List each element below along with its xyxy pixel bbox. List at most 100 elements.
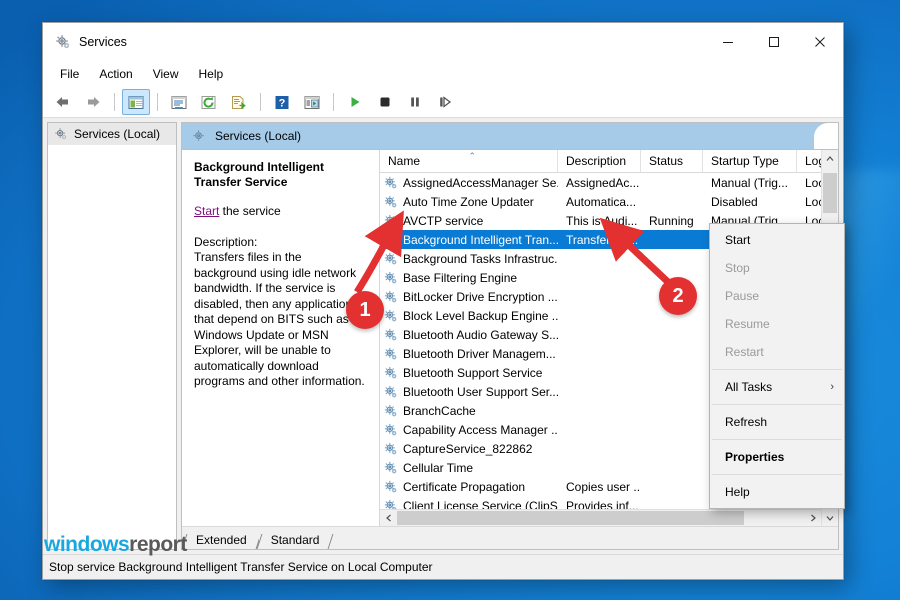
service-name-text: Background Intelligent Tran... [403, 233, 558, 247]
maximize-button[interactable] [751, 23, 797, 61]
cell-name: Bluetooth Support Service [380, 366, 558, 380]
tab-standard[interactable]: Standard [259, 532, 332, 549]
service-name-text: Block Level Backup Engine ... [403, 309, 558, 323]
results-pane-title: Services (Local) [215, 129, 301, 143]
context-menu-item-properties[interactable]: Properties [710, 443, 844, 471]
service-name-text: Bluetooth Audio Gateway S... [403, 328, 558, 342]
service-details-title: Background Intelligent Transfer Service [194, 160, 367, 190]
pause-service-icon [408, 95, 422, 109]
maximize-icon [768, 36, 780, 48]
description-label: Description: [194, 235, 367, 250]
minimize-icon [722, 36, 734, 48]
context-menu-item-start[interactable]: Start [710, 226, 844, 254]
results-pane-header: Services (Local) [182, 123, 838, 150]
toolbar-properties-button[interactable] [165, 89, 193, 115]
table-row[interactable]: AssignedAccessManager Se...AssignedAc...… [380, 173, 821, 192]
scroll-down-button[interactable] [822, 509, 838, 526]
menu-view[interactable]: View [144, 63, 188, 85]
column-header-status[interactable]: Status [641, 150, 703, 172]
properties-icon [171, 95, 187, 110]
toolbar-start-service-button[interactable] [341, 89, 369, 115]
minimize-button[interactable] [705, 23, 751, 61]
toolbar-separator [114, 93, 115, 111]
context-menu-separator [712, 404, 842, 405]
service-gear-icon [384, 290, 398, 304]
service-gear-icon [384, 404, 398, 418]
column-header-description[interactable]: Description [558, 150, 641, 172]
service-name-text: BitLocker Drive Encryption ... [403, 290, 558, 304]
context-menu-item-refresh[interactable]: Refresh [710, 408, 844, 436]
cell-name: Bluetooth Driver Managem... [380, 347, 558, 361]
toolbar: ? [43, 87, 843, 118]
table-row[interactable]: Auto Time Zone UpdaterAutomatica...Disab… [380, 192, 821, 211]
menu-file[interactable]: File [51, 63, 88, 85]
services-gear-icon [192, 129, 207, 144]
callout-badge-2: 2 [659, 277, 697, 315]
toolbar-help-button[interactable]: ? [268, 89, 296, 115]
toolbar-pause-service-button[interactable] [401, 89, 429, 115]
column-header-name[interactable]: Name⌃ [380, 150, 558, 172]
services-window: Services File Action View Help [42, 22, 844, 580]
horizontal-scroll-track[interactable] [397, 510, 804, 526]
service-name-text: AVCTP service [403, 214, 483, 228]
service-gear-icon [384, 423, 398, 437]
horizontal-scroll-thumb[interactable] [397, 511, 744, 525]
context-menu: StartStopPauseResumeRestartAll Tasks›Ref… [709, 223, 845, 509]
scroll-up-button[interactable] [822, 150, 838, 167]
toolbar-show-action-pane-button[interactable] [298, 89, 326, 115]
service-name-text: Client License Service (ClipS... [403, 499, 558, 510]
menu-help[interactable]: Help [190, 63, 233, 85]
cell-status: Running [641, 214, 703, 228]
context-menu-item-help[interactable]: Help [710, 478, 844, 506]
context-menu-item-all-tasks[interactable]: All Tasks› [710, 373, 844, 401]
callout-badge-1: 1 [346, 291, 384, 329]
cell-name: Bluetooth User Support Ser... [380, 385, 558, 399]
context-menu-item-restart: Restart [710, 338, 844, 366]
toolbar-show-console-tree-button[interactable] [122, 89, 150, 115]
cell-name: Certificate Propagation [380, 480, 558, 494]
service-name-text: Background Tasks Infrastruc... [403, 252, 558, 266]
cell-description: This is Audi... [558, 214, 641, 228]
toolbar-export-list-button[interactable] [225, 89, 253, 115]
toolbar-refresh-button[interactable] [195, 89, 223, 115]
list-header: Name⌃DescriptionStatusStartup TypeLog [380, 150, 821, 173]
toolbar-back-button[interactable] [49, 89, 77, 115]
chevron-left-icon [385, 514, 393, 522]
scroll-right-button[interactable] [804, 510, 821, 526]
tab-extended[interactable]: Extended [184, 532, 259, 549]
cell-name: Capability Access Manager ... [380, 423, 558, 437]
service-name-text: Base Filtering Engine [403, 271, 517, 285]
toolbar-forward-button[interactable] [79, 89, 107, 115]
tree-node-services-local[interactable]: Services (Local) [48, 123, 176, 145]
cell-name: Client License Service (ClipS... [380, 499, 558, 510]
toolbar-stop-service-button[interactable] [371, 89, 399, 115]
view-tabs: Extended Standard [182, 526, 838, 549]
service-action-line: Start the service [194, 204, 367, 219]
title-bar: Services [43, 23, 843, 61]
cell-description: Copies user ... [558, 480, 641, 494]
service-name-text: Certificate Propagation [403, 480, 525, 494]
service-name-text: Bluetooth Driver Managem... [403, 347, 556, 361]
export-list-icon [231, 95, 247, 110]
window-controls [705, 23, 843, 61]
column-header-startup-type[interactable]: Startup Type [703, 150, 797, 172]
cell-name: Bluetooth Audio Gateway S... [380, 328, 558, 342]
cell-description: Provides inf... [558, 499, 641, 510]
cell-name: Base Filtering Engine [380, 271, 558, 285]
start-service-link[interactable]: Start [194, 204, 219, 218]
cell-name: CaptureService_822862 [380, 442, 558, 456]
tree-node-label: Services (Local) [74, 127, 160, 141]
toolbar-separator-2 [157, 93, 158, 111]
menu-action[interactable]: Action [90, 63, 141, 85]
console-tree-pane: Services (Local) [47, 122, 177, 550]
close-button[interactable] [797, 23, 843, 61]
horizontal-scrollbar[interactable] [380, 509, 821, 526]
vertical-scroll-thumb[interactable] [823, 173, 837, 213]
scroll-left-button[interactable] [380, 510, 397, 526]
toolbar-restart-service-button[interactable] [431, 89, 459, 115]
cell-name: BranchCache [380, 404, 558, 418]
cell-name: BitLocker Drive Encryption ... [380, 290, 558, 304]
service-name-text: Cellular Time [403, 461, 473, 475]
cell-name: Background Tasks Infrastruc... [380, 252, 558, 266]
service-gear-icon [384, 480, 398, 494]
